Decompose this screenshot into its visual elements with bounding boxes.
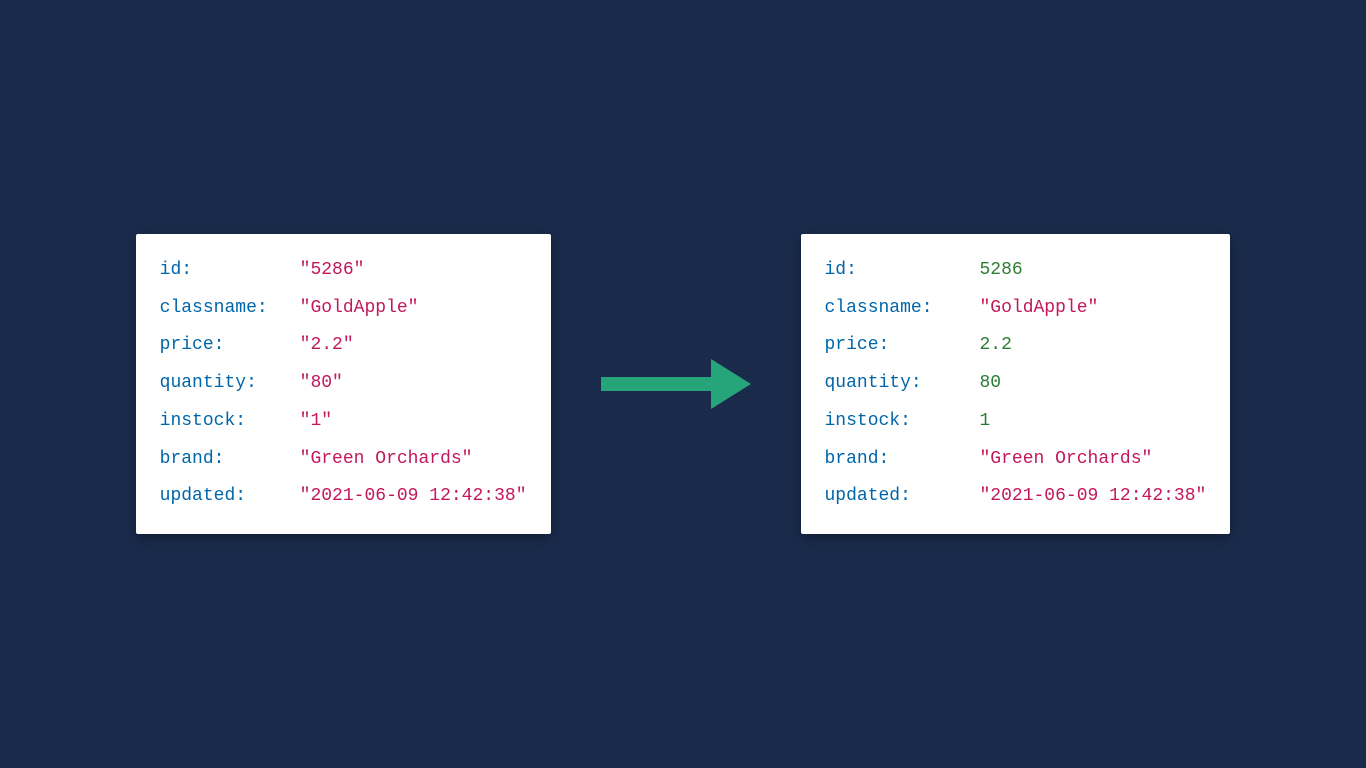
key-label: updated: <box>825 478 980 516</box>
code-row: id: "5286" <box>160 252 527 290</box>
value-string: "80" <box>300 365 343 403</box>
key-label: quantity: <box>825 365 980 403</box>
code-row: classname: "GoldApple" <box>825 290 1207 328</box>
key-label: instock: <box>825 403 980 441</box>
code-row: updated: "2021-06-09 12:42:38" <box>825 478 1207 516</box>
code-row: brand: "Green Orchards" <box>160 441 527 479</box>
value-number: 80 <box>980 365 1002 403</box>
value-string: "GoldApple" <box>980 290 1099 328</box>
key-label: brand: <box>160 441 300 479</box>
key-label: instock: <box>160 403 300 441</box>
value-string: "GoldApple" <box>300 290 419 328</box>
key-label: brand: <box>825 441 980 479</box>
value-string: "2.2" <box>300 327 354 365</box>
code-row: quantity: 80 <box>825 365 1207 403</box>
value-number: 5286 <box>980 252 1023 290</box>
value-number: 1 <box>980 403 991 441</box>
left-code-box: id: "5286" classname: "GoldApple" price:… <box>136 234 551 535</box>
diagram-container: id: "5286" classname: "GoldApple" price:… <box>136 234 1231 535</box>
key-label: quantity: <box>160 365 300 403</box>
code-row: instock: "1" <box>160 403 527 441</box>
key-label: price: <box>825 327 980 365</box>
key-label: classname: <box>160 290 300 328</box>
code-row: price: "2.2" <box>160 327 527 365</box>
right-code-box: id: 5286 classname: "GoldApple" price: 2… <box>801 234 1231 535</box>
key-label: id: <box>825 252 980 290</box>
value-string: "2021-06-09 12:42:38" <box>980 478 1207 516</box>
code-row: price: 2.2 <box>825 327 1207 365</box>
value-string: "1" <box>300 403 332 441</box>
value-string: "Green Orchards" <box>300 441 473 479</box>
code-row: updated: "2021-06-09 12:42:38" <box>160 478 527 516</box>
arrow-icon <box>601 359 751 409</box>
value-number: 2.2 <box>980 327 1012 365</box>
code-row: instock: 1 <box>825 403 1207 441</box>
code-row: brand: "Green Orchards" <box>825 441 1207 479</box>
key-label: id: <box>160 252 300 290</box>
code-row: classname: "GoldApple" <box>160 290 527 328</box>
value-string: "2021-06-09 12:42:38" <box>300 478 527 516</box>
code-row: id: 5286 <box>825 252 1207 290</box>
value-string: "5286" <box>300 252 365 290</box>
value-string: "Green Orchards" <box>980 441 1153 479</box>
key-label: classname: <box>825 290 980 328</box>
key-label: updated: <box>160 478 300 516</box>
key-label: price: <box>160 327 300 365</box>
code-row: quantity: "80" <box>160 365 527 403</box>
